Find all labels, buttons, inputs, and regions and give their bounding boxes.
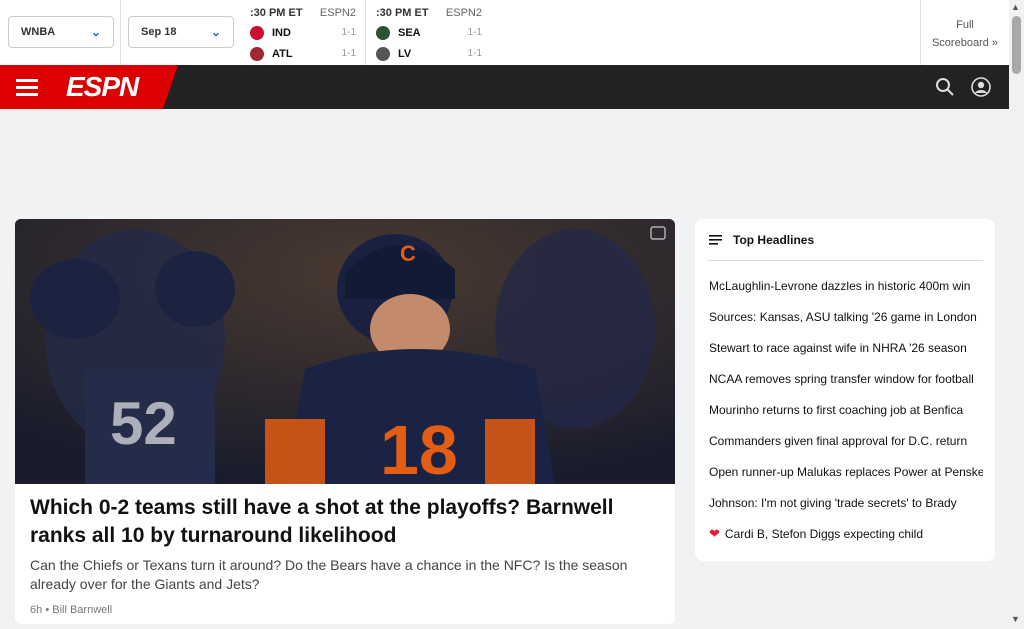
team-logo-icon bbox=[250, 46, 264, 61]
team-row: IND 1-1 bbox=[250, 22, 356, 43]
espn-logo: ESPN bbox=[66, 71, 139, 102]
game-card-1[interactable]: :30 PM ET ESPN2 IND 1-1 ATL 1-1 bbox=[240, 0, 362, 65]
scrollbar-thumb[interactable] bbox=[1012, 16, 1021, 74]
headline-link[interactable]: ❤ Cardi B, Stefon Diggs expecting child bbox=[707, 521, 983, 546]
headline-link[interactable]: Mourinho returns to first coaching job a… bbox=[707, 397, 983, 422]
headline-text: Commanders given final approval for D.C.… bbox=[709, 433, 968, 448]
full-scoreboard-line1: Full bbox=[956, 19, 974, 31]
team-abbr: ATL bbox=[272, 47, 293, 60]
game-network: ESPN2 bbox=[445, 7, 482, 19]
team-record: 1-1 bbox=[467, 27, 482, 38]
espn-logo-link[interactable]: ESPN bbox=[54, 65, 178, 109]
headline-text: Mourinho returns to first coaching job a… bbox=[709, 402, 964, 417]
scroll-down-arrow-icon[interactable]: ▼ bbox=[1011, 614, 1020, 624]
hero-author: Bill Barnwell bbox=[52, 604, 113, 616]
headline-link[interactable]: Commanders given final approval for D.C.… bbox=[707, 428, 983, 453]
game-network: ESPN2 bbox=[319, 7, 356, 19]
svg-text:18: 18 bbox=[380, 411, 458, 484]
hero-subtitle: Can the Chiefs or Texans turn it around?… bbox=[30, 557, 628, 592]
top-headlines-card: Top Headlines McLaughlin-Levrone dazzles… bbox=[695, 219, 995, 561]
team-record: 1-1 bbox=[341, 48, 356, 59]
full-scoreboard-line2: Scoreboard » bbox=[931, 37, 999, 49]
team-logo-icon bbox=[250, 25, 264, 40]
hero-title[interactable]: Which 0-2 teams still have a shot at the… bbox=[30, 494, 660, 550]
headline-text: Cardi B, Stefon Diggs expecting child bbox=[724, 526, 924, 541]
team-row: SEA 1-1 bbox=[376, 22, 482, 43]
scoreboard-strip: WNBA ⌄ Sep 18 ⌄ :30 PM ET ESPN2 IND 1-1 … bbox=[0, 0, 1009, 66]
top-headlines-title: Top Headlines bbox=[733, 233, 815, 247]
game-time: :30 PM ET bbox=[376, 7, 429, 19]
headline-text: McLaughlin-Levrone dazzles in historic 4… bbox=[709, 278, 971, 293]
chevron-down-icon: ⌄ bbox=[90, 25, 101, 39]
headline-link[interactable]: Johnson: I'm not giving 'trade secrets' … bbox=[707, 490, 983, 515]
headline-text: NCAA removes spring transfer window for … bbox=[709, 371, 974, 386]
divider bbox=[707, 260, 983, 261]
team-row: ATL 1-1 bbox=[250, 43, 356, 64]
date-dropdown[interactable]: Sep 18 ⌄ bbox=[128, 16, 234, 48]
headline-link[interactable]: Open runner-up Malukas replaces Power at… bbox=[707, 459, 983, 484]
team-record: 1-1 bbox=[341, 27, 356, 38]
team-abbr: IND bbox=[272, 26, 291, 39]
menu-icon bbox=[16, 79, 38, 96]
game-time: :30 PM ET bbox=[250, 7, 303, 19]
heart-icon: ❤ bbox=[709, 525, 720, 541]
headline-link[interactable]: McLaughlin-Levrone dazzles in historic 4… bbox=[707, 273, 983, 298]
search-icon[interactable] bbox=[935, 77, 955, 97]
scroll-up-arrow-icon[interactable]: ▲ bbox=[1011, 2, 1020, 12]
chevron-down-icon: ⌄ bbox=[210, 25, 221, 39]
headline-text: Johnson: I'm not giving 'trade secrets' … bbox=[709, 495, 957, 510]
hero-story-card[interactable]: 52 C 18 Which 0-2 teams still have a sho… bbox=[15, 219, 675, 624]
hero-age: 6h bbox=[30, 604, 43, 616]
team-logo-icon bbox=[376, 25, 390, 40]
team-abbr: SEA bbox=[398, 26, 421, 39]
league-dropdown[interactable]: WNBA ⌄ bbox=[8, 16, 114, 48]
menu-button[interactable] bbox=[0, 65, 54, 109]
account-icon[interactable] bbox=[971, 77, 991, 97]
team-record: 1-1 bbox=[467, 48, 482, 59]
hero-meta: 6h • Bill Barnwell bbox=[30, 604, 660, 616]
headline-text: Sources: Kansas, ASU talking '26 game in… bbox=[709, 309, 977, 324]
top-headlines-header: Top Headlines bbox=[709, 233, 814, 247]
date-dropdown-label: Sep 18 bbox=[141, 26, 177, 38]
svg-text:C: C bbox=[400, 241, 416, 266]
divider bbox=[120, 0, 121, 65]
team-row: LV 1-1 bbox=[376, 43, 482, 64]
full-scoreboard-link[interactable]: Full Scoreboard » bbox=[920, 0, 1009, 65]
scrollbar-track[interactable] bbox=[1009, 0, 1024, 629]
team-abbr: LV bbox=[398, 47, 412, 60]
main-nav: ESPN bbox=[0, 65, 1009, 109]
headline-text: Stewart to race against wife in NHRA '26… bbox=[709, 340, 967, 355]
list-icon bbox=[709, 235, 722, 245]
svg-text:52: 52 bbox=[110, 390, 177, 457]
game-card-2[interactable]: :30 PM ET ESPN2 SEA 1-1 LV 1-1 bbox=[366, 0, 488, 65]
headline-link[interactable]: Sources: Kansas, ASU talking '26 game in… bbox=[707, 304, 983, 329]
headline-text: Open runner-up Malukas replaces Power at… bbox=[709, 464, 983, 479]
league-dropdown-label: WNBA bbox=[21, 26, 56, 38]
hero-image: 52 C 18 bbox=[15, 219, 675, 484]
team-logo-icon bbox=[376, 46, 390, 61]
headline-link[interactable]: NCAA removes spring transfer window for … bbox=[707, 366, 983, 391]
headline-link[interactable]: Stewart to race against wife in NHRA '26… bbox=[707, 335, 983, 360]
